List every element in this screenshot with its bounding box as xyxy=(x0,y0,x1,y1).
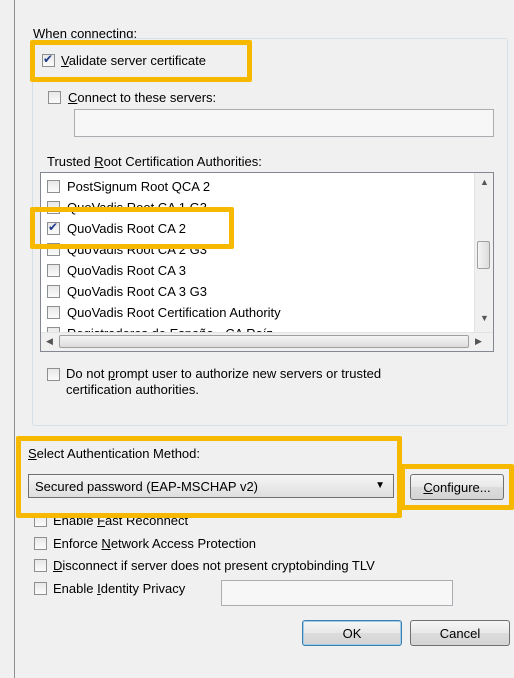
list-item-label: PostSignum Root QCA 2 xyxy=(67,178,211,194)
list-item-label: QuoVadis Root CA 2 G3 xyxy=(67,241,207,257)
connect-servers-label: Connect to these servers: xyxy=(68,90,217,105)
connect-servers-checkbox-row[interactable]: Connect to these servers: xyxy=(48,90,216,105)
identity-privacy-label: Enable Identity Privacy xyxy=(53,581,186,596)
list-item-checkbox[interactable] xyxy=(47,179,60,193)
scroll-left-icon[interactable]: ◀ xyxy=(46,336,53,347)
list-item-checkbox[interactable] xyxy=(47,242,60,256)
cryptobinding-checkbox[interactable] xyxy=(34,559,47,572)
list-item-checkbox[interactable] xyxy=(47,200,60,214)
validate-cert-label: Validate server certificate xyxy=(61,53,206,68)
list-item-label: QuoVadis Root Certification Authority xyxy=(67,304,281,320)
identity-privacy-row[interactable]: Enable Identity Privacy xyxy=(34,581,185,596)
vertical-scrollbar[interactable]: ▲ ▼ xyxy=(474,173,493,333)
trusted-root-label: Trusted Root Certification Authorities: xyxy=(47,154,262,169)
chevron-down-icon: ▼ xyxy=(375,480,385,491)
horizontal-scroll-thumb[interactable] xyxy=(59,335,469,348)
auth-method-label: Select Authentication Method: xyxy=(28,446,201,461)
auth-method-selected: Secured password (EAP-MSCHAP v2) xyxy=(35,478,259,494)
list-item[interactable]: QuoVadis Root CA 3 G3 xyxy=(47,281,207,301)
do-not-prompt-checkbox[interactable] xyxy=(47,368,60,381)
ok-button[interactable]: OK xyxy=(302,620,402,646)
ca-listbox[interactable]: PostSignum Root QCA 2 QuoVadis Root CA 1… xyxy=(40,172,494,352)
list-item-label: QuoVadis Root CA 3 xyxy=(67,262,186,278)
horizontal-scrollbar[interactable]: ◀ ▶ xyxy=(41,332,493,351)
scroll-down-icon[interactable]: ▼ xyxy=(480,313,489,323)
window-left-border xyxy=(14,0,15,678)
list-item-label: QuoVadis Root CA 2 xyxy=(67,220,186,236)
fast-reconnect-checkbox[interactable] xyxy=(34,514,47,527)
identity-input[interactable] xyxy=(221,580,453,606)
validate-cert-checkbox[interactable] xyxy=(42,52,55,67)
list-item-checkbox[interactable] xyxy=(47,263,60,277)
list-item-checkbox[interactable] xyxy=(47,305,60,319)
do-not-prompt-row[interactable]: Do not prompt user to authorize new serv… xyxy=(47,366,381,398)
fast-reconnect-row[interactable]: Enable Fast Reconnect xyxy=(34,513,188,528)
cryptobinding-row[interactable]: Disconnect if server does not present cr… xyxy=(34,558,375,573)
identity-privacy-checkbox[interactable] xyxy=(34,582,47,595)
nap-checkbox[interactable] xyxy=(34,537,47,550)
list-item[interactable]: PostSignum Root QCA 2 xyxy=(47,176,210,196)
list-item[interactable]: QuoVadis Root CA 2 xyxy=(47,218,186,238)
do-not-prompt-label: Do not prompt user to authorize new serv… xyxy=(66,366,382,397)
cryptobinding-label: Disconnect if server does not present cr… xyxy=(53,558,375,573)
list-item-label: QuoVadis Root CA 3 G3 xyxy=(67,283,207,299)
list-item-label: QuoVadis Root CA 1 G3 xyxy=(67,199,207,215)
servers-input[interactable] xyxy=(74,109,494,137)
list-item-checkbox[interactable] xyxy=(47,284,60,298)
list-item[interactable]: QuoVadis Root CA 2 G3 xyxy=(47,239,207,259)
list-item-checkbox[interactable] xyxy=(47,220,60,235)
scroll-right-icon[interactable]: ▶ xyxy=(475,336,482,347)
scroll-up-icon[interactable]: ▲ xyxy=(480,177,489,187)
list-item[interactable]: QuoVadis Root CA 3 xyxy=(47,260,186,280)
fast-reconnect-label: Enable Fast Reconnect xyxy=(53,513,189,528)
validate-cert-checkbox-row[interactable]: Validate server certificate xyxy=(42,52,206,68)
auth-method-select[interactable]: Secured password (EAP-MSCHAP v2) ▼ xyxy=(28,474,394,498)
list-item[interactable]: QuoVadis Root CA 1 G3 xyxy=(47,197,207,217)
connect-servers-checkbox[interactable] xyxy=(48,91,61,104)
nap-label: Enforce Network Access Protection xyxy=(53,536,257,551)
cancel-button[interactable]: Cancel xyxy=(410,620,510,646)
configure-button[interactable]: Configure... xyxy=(410,474,504,500)
list-item[interactable]: QuoVadis Root Certification Authority xyxy=(47,302,281,322)
nap-row[interactable]: Enforce Network Access Protection xyxy=(34,536,256,551)
vertical-scroll-thumb[interactable] xyxy=(477,241,490,269)
